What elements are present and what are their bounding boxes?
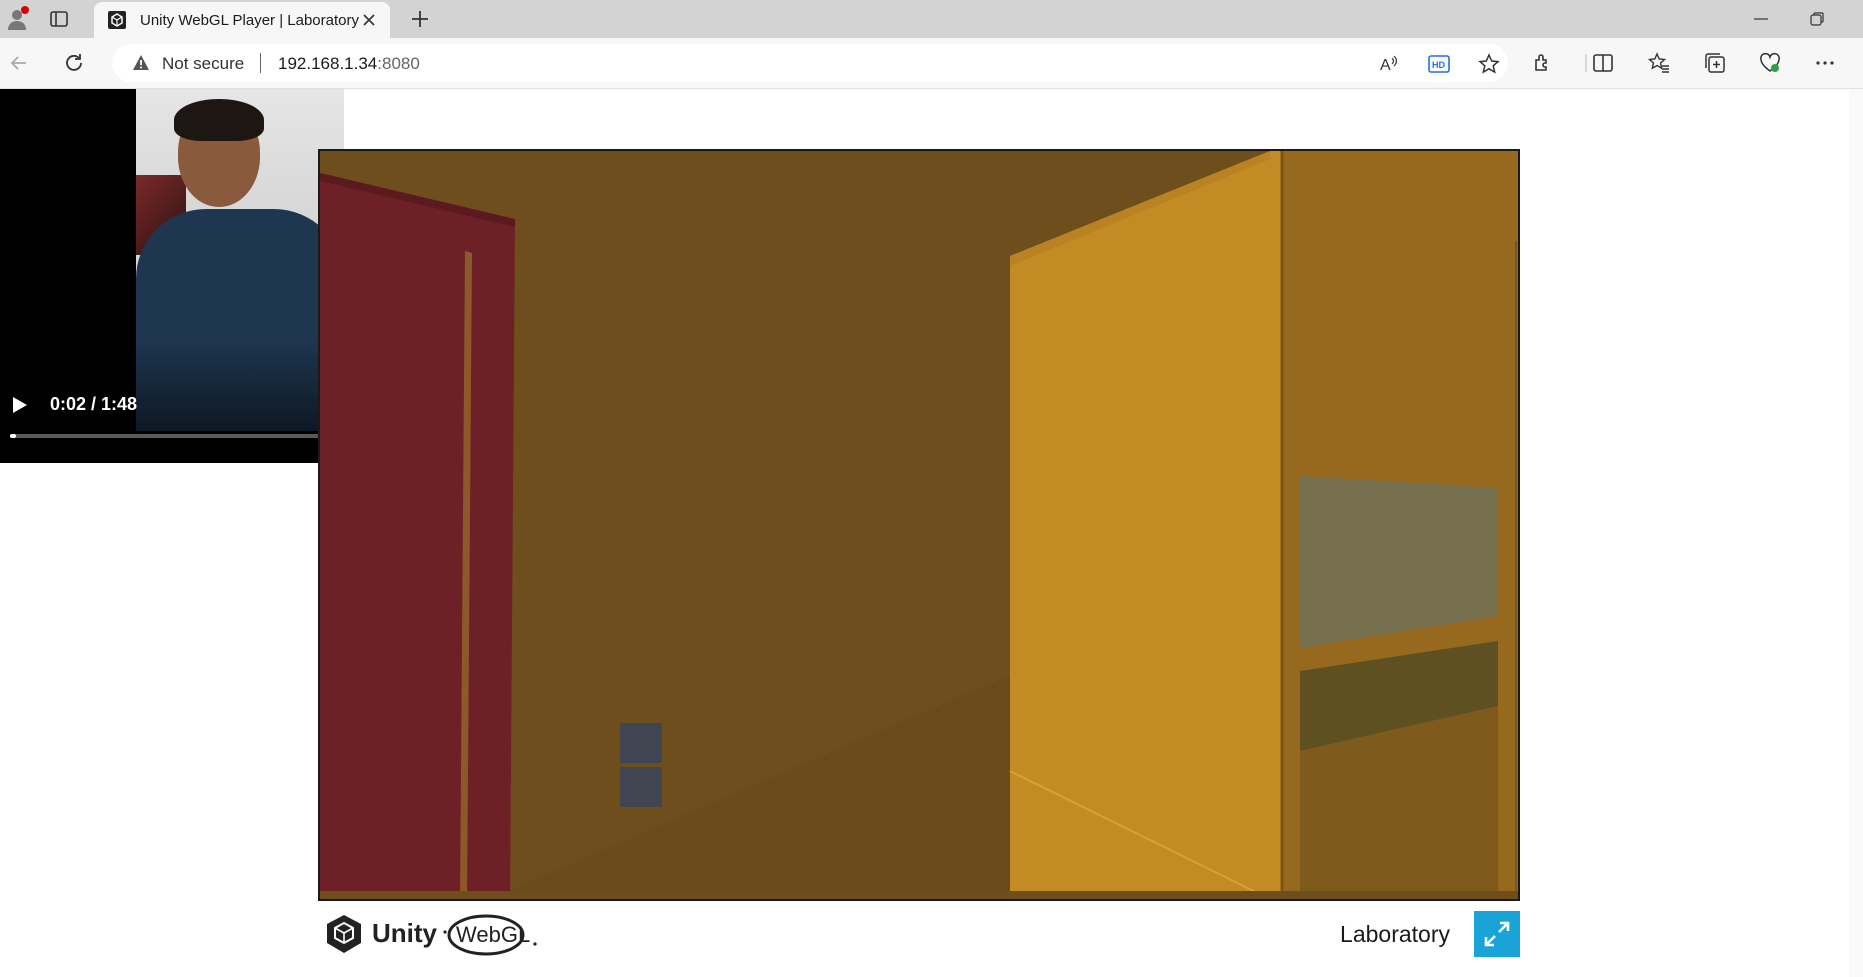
video-player[interactable]: 0:02 / 1:48 [0,89,344,463]
hd-icon[interactable]: HD [1428,53,1450,75]
minimize-icon[interactable] [1752,10,1770,28]
url-host: 192.168.1.34 [278,54,378,73]
url-port: :8080 [377,54,420,73]
play-icon[interactable] [12,396,28,414]
unity-favicon-icon [108,11,126,29]
favorite-star-icon[interactable] [1478,53,1500,75]
page-content: 0:02 / 1:48 Unity WebGL Laboratory [0,89,1863,977]
more-options-icon[interactable] [1814,52,1836,74]
svg-text:A: A [1380,57,1391,74]
favorites-icon[interactable] [1647,52,1670,74]
new-tab-icon[interactable] [410,9,430,29]
address-bar[interactable]: Not secure 192.168.1.34:8080 A HD [112,44,1508,82]
refresh-icon[interactable] [63,52,85,74]
fullscreen-button[interactable] [1474,911,1520,957]
tab-title: Unity WebGL Player | Laboratory [140,12,359,29]
video-time: 0:02 / 1:48 [50,394,138,414]
presenter-hair [174,99,264,141]
unity-footer: Unity WebGL Laboratory [318,905,1520,961]
extensions-icon[interactable] [1532,52,1554,74]
close-tab-icon[interactable] [362,13,376,27]
collections-icon[interactable] [1704,52,1726,74]
warning-icon[interactable] [132,54,150,72]
unity-canvas[interactable] [318,149,1520,901]
divider [260,53,261,73]
split-screen-icon[interactable] [1592,52,1614,74]
unity-container: Unity WebGL Laboratory [318,149,1520,957]
restore-window-icon[interactable] [1808,10,1826,28]
tab-strip: Unity WebGL Player | Laboratory [0,0,1863,38]
product-title: Laboratory [1340,921,1450,947]
security-label[interactable]: Not secure [162,54,244,74]
profile-icon[interactable] [6,6,29,30]
video-progress-fill [10,434,16,438]
read-aloud-icon[interactable]: A [1378,53,1400,75]
webgl-logo-text: WebGL [456,922,530,947]
browser-essentials-icon[interactable] [1759,52,1781,74]
page-scrollbar[interactable] [1849,89,1863,977]
laboratory-scene [320,151,1518,899]
url-text[interactable]: 192.168.1.34:8080 [278,54,420,74]
back-icon[interactable] [8,52,30,74]
unity-logo-text: Unity [372,918,438,948]
video-progress-bar[interactable] [10,434,320,438]
expand-icon [1484,921,1510,947]
browser-toolbar: Not secure 192.168.1.34:8080 A HD [0,38,1863,89]
unity-webgl-logo: Unity WebGL [324,911,544,957]
active-tab[interactable]: Unity WebGL Player | Laboratory [94,2,390,38]
notification-dot-icon [21,6,29,14]
video-controls-gradient [0,339,320,463]
svg-text:HD: HD [1432,60,1445,70]
tab-actions-icon[interactable] [50,10,68,28]
